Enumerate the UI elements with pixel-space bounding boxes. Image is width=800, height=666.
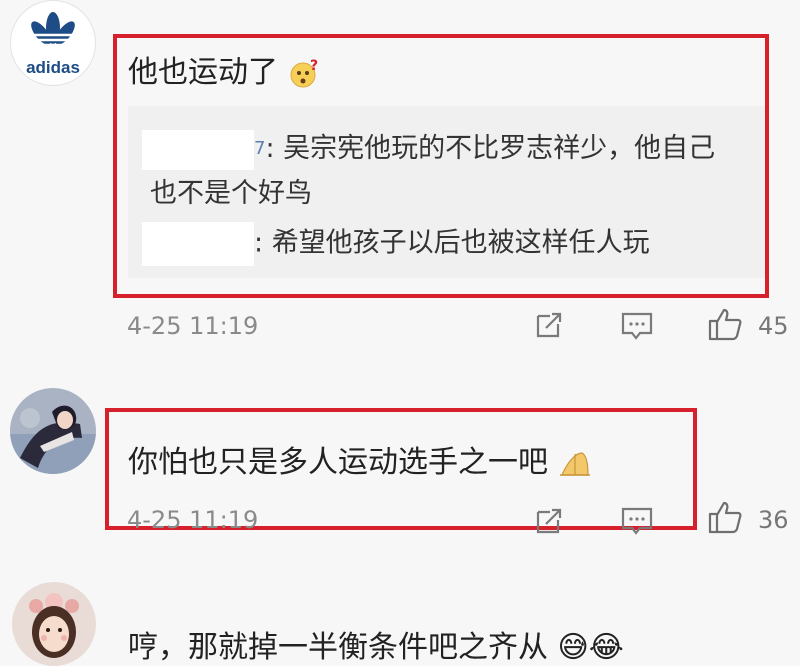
comment-button[interactable]: [620, 504, 654, 542]
like-count: 36: [758, 506, 789, 534]
user-avatar[interactable]: [10, 388, 96, 474]
like-button[interactable]: [706, 498, 744, 540]
like-button[interactable]: [706, 305, 744, 347]
comment-item: 你怕也只是多人运动选手之一吧 4-25 11:19 36: [0, 380, 800, 560]
adidas-avatar[interactable]: adidas: [10, 0, 96, 86]
user-avatar[interactable]: [12, 582, 96, 666]
repost-button[interactable]: [532, 504, 566, 542]
comment-item: adidas 他也运动了 ? 7: 吴宗宪他玩的不比罗志祥少，他自己 也不是个好…: [0, 0, 800, 360]
anime-girl-avatar-icon: [10, 388, 96, 474]
repost-icon: [536, 312, 562, 338]
comment-button[interactable]: [620, 309, 654, 347]
highlight-frame: [113, 34, 769, 298]
comment-icon: [621, 507, 653, 535]
thumbs-up-icon: [708, 308, 742, 341]
repost-button[interactable]: [532, 308, 566, 346]
comment-icon: [621, 312, 653, 340]
like-count: 45: [758, 312, 789, 340]
girl-photo-avatar-icon: [12, 582, 96, 666]
thumbs-up-icon: [708, 501, 742, 534]
repost-icon: [536, 508, 562, 534]
adidas-logo-icon: adidas: [25, 12, 81, 77]
comment-timestamp: 4-25 11:19: [127, 312, 259, 340]
svg-text:adidas: adidas: [26, 58, 80, 77]
comment-text: 哼，那就掉一半衡条件吧之齐从 😅😂: [128, 630, 624, 665]
comment-timestamp: 4-25 11:19: [127, 506, 259, 534]
comment-item: 哼，那就掉一半衡条件吧之齐从 😅😂: [0, 578, 800, 666]
